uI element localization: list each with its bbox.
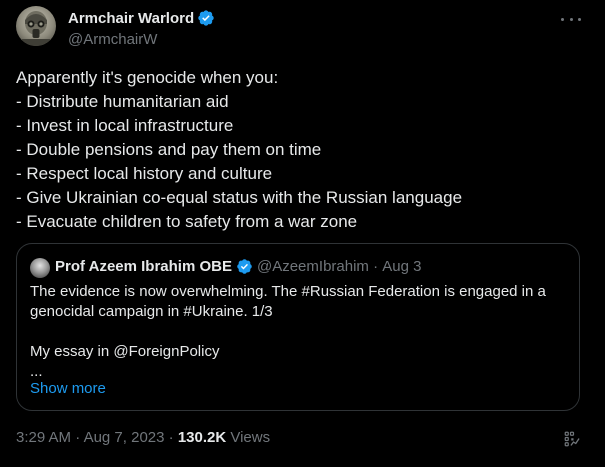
- quoted-line: genocidal campaign in #Ukraine. 1/3: [30, 303, 273, 320]
- author-handle[interactable]: @ArmchairW: [68, 31, 157, 48]
- more-horizontal-icon: [561, 17, 564, 21]
- show-more-link[interactable]: Show more: [30, 380, 106, 397]
- more-options-button[interactable]: [561, 12, 581, 26]
- quoted-line: The evidence is now overwhelming. The #R…: [30, 283, 546, 300]
- gas-mask-icon: [22, 11, 50, 46]
- tweet-line: - Give Ukrainian co-equal status with th…: [16, 188, 463, 207]
- views-count: 130.2K: [177, 429, 227, 446]
- tweet-date[interactable]: Aug 7, 2023: [84, 429, 165, 446]
- quoted-author-handle[interactable]: @AzeemIbrahim: [257, 258, 369, 275]
- more-horizontal-icon: [569, 17, 573, 21]
- quoted-line: My essay in @ForeignPolicy: [30, 343, 220, 360]
- quoted-separator: ·: [368, 258, 383, 275]
- quoted-line: ...: [30, 363, 43, 380]
- tweet-time[interactable]: 3:29 AM: [16, 429, 71, 446]
- tweet-text: Apparently it's genocide when you: - Dis…: [16, 66, 586, 234]
- quoted-line: [30, 322, 565, 342]
- author-avatar[interactable]: [16, 6, 56, 46]
- verified-badge-icon: [237, 259, 252, 274]
- quoted-tweet-header: Prof Azeem Ibrahim OBE @AzeemIbrahim · A…: [55, 258, 421, 275]
- more-horizontal-icon: [578, 17, 581, 21]
- quoted-tweet-text: The evidence is now overwhelming. The #R…: [30, 282, 565, 382]
- author-name[interactable]: Armchair Warlord: [68, 9, 215, 27]
- tweet-line: - Invest in local infrastructure: [16, 116, 234, 135]
- tweet-line: - Evacuate children to safety from a war…: [16, 212, 358, 231]
- tweet-line: - Distribute humanitarian aid: [16, 92, 229, 111]
- meta-separator: ·: [71, 429, 84, 446]
- tweet-line: - Respect local history and culture: [16, 164, 273, 183]
- quoted-tweet[interactable]: Prof Azeem Ibrahim OBE @AzeemIbrahim · A…: [16, 243, 580, 411]
- tweet-line: - Double pensions and pay them on time: [16, 140, 322, 159]
- quoted-date[interactable]: Aug 3: [382, 258, 421, 275]
- tweet-metadata: 3:29 AM · Aug 7, 2023 · 130.2K Views: [16, 429, 270, 446]
- quoted-author-avatar[interactable]: [30, 258, 50, 278]
- views-label: Views: [230, 429, 271, 446]
- meta-separator: ·: [164, 429, 178, 446]
- author-name-text[interactable]: Armchair Warlord: [68, 10, 194, 27]
- analytics-icon[interactable]: [563, 430, 581, 448]
- tweet-line: Apparently it's genocide when you:: [16, 68, 279, 87]
- verified-badge-icon: [198, 10, 214, 26]
- quoted-author-name[interactable]: Prof Azeem Ibrahim OBE: [55, 258, 232, 275]
